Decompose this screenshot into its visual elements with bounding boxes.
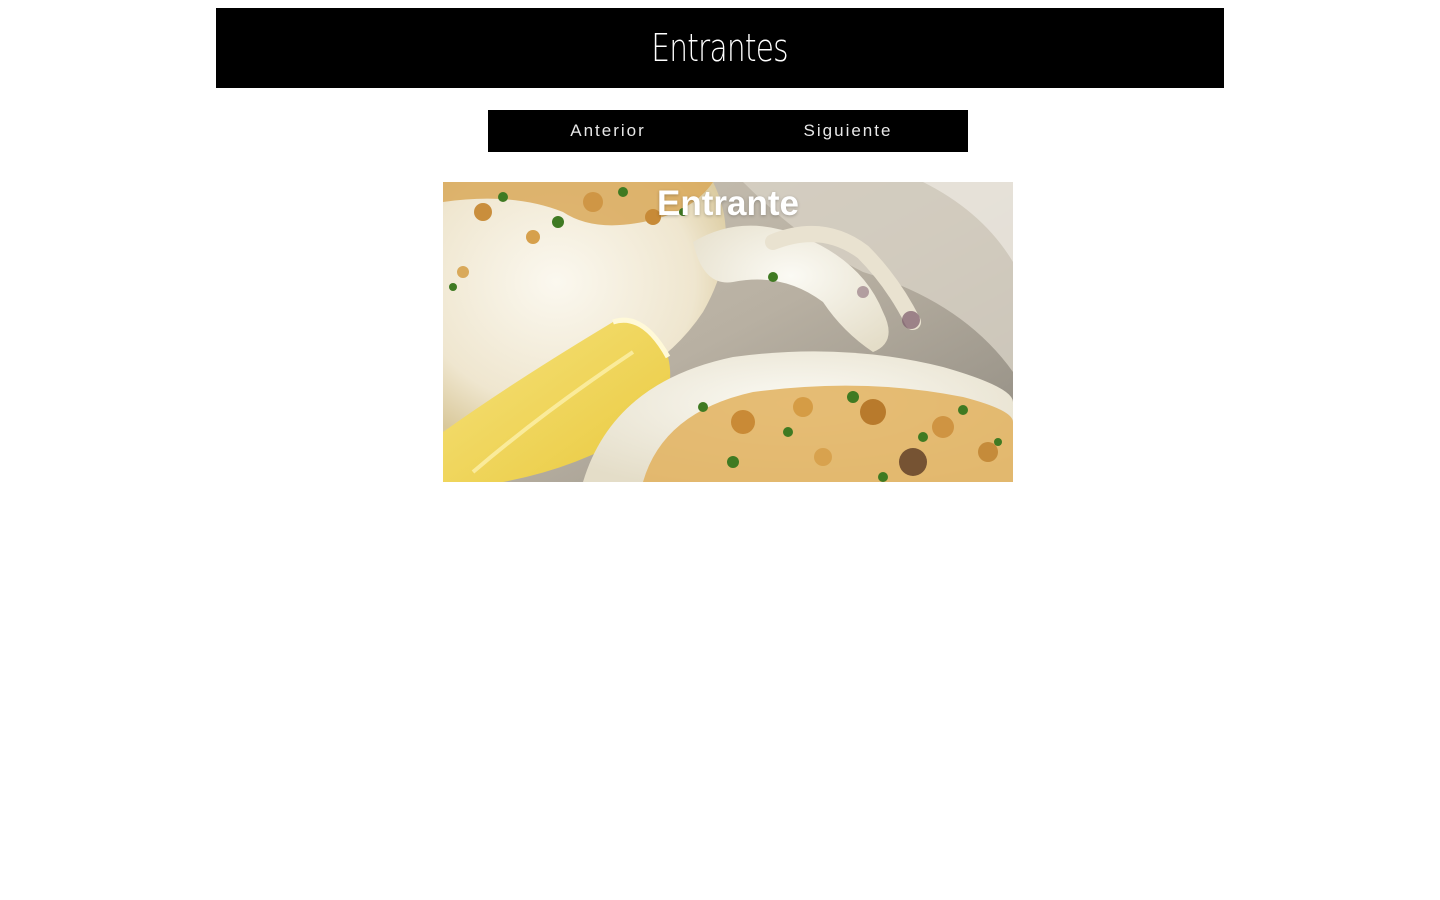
dish-card[interactable]: Entrante [443,182,1013,482]
dish-caption: Entrante [657,184,799,223]
next-link[interactable]: Siguiente [728,110,968,152]
dish-photo [443,182,1013,482]
previous-link[interactable]: Anterior [488,110,728,152]
page-title: Entrantes [651,26,789,70]
pager-nav: Anterior Siguiente [488,110,968,152]
page-header: Entrantes [216,8,1224,88]
